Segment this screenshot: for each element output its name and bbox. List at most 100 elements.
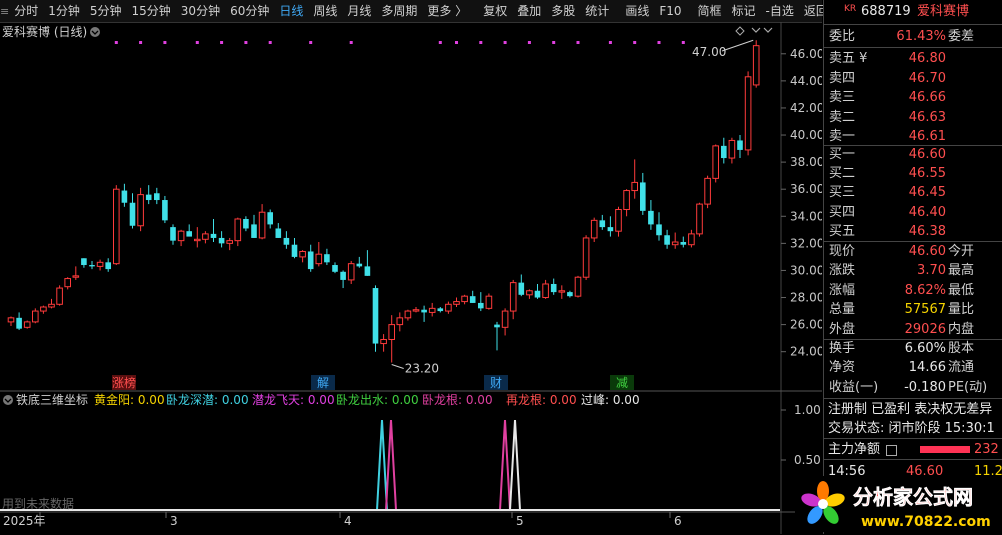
- signal-dot: [576, 41, 580, 44]
- candle-body: [307, 251, 314, 270]
- candle-body: [210, 233, 217, 238]
- main-flow-value: 232: [974, 442, 999, 457]
- toolbar-item-14[interactable]: 统计: [580, 0, 614, 22]
- toolbar-item-13[interactable]: 多股: [546, 0, 580, 22]
- candle-body: [40, 306, 47, 312]
- market-prefix: KR: [844, 4, 857, 14]
- candle-body: [421, 309, 427, 313]
- candle-body: [664, 235, 670, 245]
- signal-dot: [139, 41, 143, 44]
- ind-tick-label: 1.00: [794, 403, 821, 417]
- buy-price: 46.45: [908, 185, 946, 201]
- stat-label: 总量: [829, 302, 856, 318]
- order-diff-label: 委差: [948, 29, 975, 44]
- main-flow-row: 主力净额 232: [824, 440, 1002, 460]
- signal-dot: [552, 41, 556, 44]
- y-tick-label: 44.00: [790, 74, 822, 88]
- candlestick-chart: 24.00 26.00 28.00 30.00 32.00 34.00 36.00 38.00…: [0, 22, 822, 534]
- toolbar-item-3[interactable]: 15分钟: [127, 0, 176, 22]
- signal-dot: [503, 41, 507, 44]
- candle-body: [501, 310, 509, 328]
- candle-body: [428, 307, 436, 313]
- stat-label: 涨跌: [829, 263, 856, 279]
- toolbar-item-8[interactable]: 月线: [342, 0, 376, 22]
- title-dropdown-icon: [90, 27, 100, 37]
- sell-row: 卖四 46.70: [824, 69, 1002, 89]
- candle-body: [494, 324, 500, 328]
- candle-body: [518, 282, 525, 295]
- stat-extra-label: 今开: [948, 244, 975, 259]
- trade-status-row: 交易状态: 闭市阶段 15:30:1: [824, 419, 1002, 439]
- candle-body: [218, 237, 225, 244]
- candle-body: [154, 193, 160, 201]
- menu-icon[interactable]: ≡: [0, 0, 9, 22]
- candle-body: [129, 202, 136, 226]
- stat-row: 涨跌 3.70 最高: [824, 261, 1002, 281]
- candle-body: [56, 287, 63, 305]
- toolbar-item-10[interactable]: 更多 〉: [422, 0, 472, 22]
- sell-row: 卖二 46.63: [824, 108, 1002, 128]
- candle-body: [728, 139, 736, 159]
- buy-row: 买三 46.45: [824, 183, 1002, 203]
- candle-body: [396, 317, 404, 326]
- stat2-value: -0.180: [904, 379, 946, 395]
- candle-body: [550, 283, 557, 293]
- event-marker-label: 解: [317, 376, 329, 390]
- indicator-value: 卧龙深潜: 0.00: [166, 393, 249, 407]
- stat2-row: 收益(一) -0.180 PE(动): [824, 378, 1002, 398]
- candle-body: [688, 233, 695, 246]
- toolbar-item-5[interactable]: 60分钟: [225, 0, 274, 22]
- toolbar-item-11[interactable]: 复权: [478, 0, 512, 22]
- toolbar-item-17[interactable]: 简框: [693, 0, 727, 22]
- toolbar-item-1[interactable]: 1分钟: [43, 0, 85, 22]
- tags-text: 注册制 已盈利 表决权无差异: [828, 402, 993, 417]
- indicator-value: 卧龙根: 0.00: [422, 393, 493, 407]
- candle-body: [258, 211, 266, 239]
- candle-body: [121, 190, 128, 203]
- y-tick-label: 32.00: [790, 236, 822, 250]
- stat-value: 57567: [904, 302, 946, 318]
- y-tick-label: 46.00: [790, 47, 822, 61]
- ind-tick-label: 0.50: [794, 453, 821, 467]
- flow-bar: [920, 446, 970, 453]
- candle-body: [324, 254, 330, 263]
- candle-body: [744, 76, 752, 151]
- stat2-extra-label: 股本: [948, 341, 975, 356]
- indicator-title: 铁底三维坐标: [16, 392, 88, 407]
- candle-body: [177, 230, 185, 242]
- order-ratio-label: 委比: [829, 29, 856, 44]
- toolbar-item-15[interactable]: 画线: [620, 0, 654, 22]
- toolbar-item-12[interactable]: 叠加: [512, 0, 546, 22]
- candle-body: [267, 212, 273, 225]
- candle-body: [275, 228, 282, 238]
- tags-row: 注册制 已盈利 表决权无差异: [824, 400, 1002, 420]
- sell-row: 卖三 46.66: [824, 88, 1002, 108]
- candle-body: [332, 265, 338, 272]
- y-tick-label: 40.00: [790, 128, 822, 142]
- toolbar-item-9[interactable]: 多周期: [376, 0, 422, 22]
- candle-body: [534, 290, 541, 298]
- candle-body: [631, 181, 639, 192]
- candle-body: [291, 244, 298, 257]
- toolbar-item-2[interactable]: 5分钟: [85, 0, 127, 22]
- toolbar-item-19[interactable]: -自选: [761, 0, 799, 22]
- indicator-value: 黄金阳: 0.00: [94, 392, 165, 407]
- sell-label: 卖三: [829, 90, 856, 106]
- toolbar-item-6[interactable]: 日线: [274, 0, 308, 22]
- signal-dot: [657, 41, 661, 44]
- toolbar-item-0[interactable]: 分时: [9, 0, 43, 22]
- toolbar-item-16[interactable]: F10: [654, 0, 686, 22]
- toolbar-item-18[interactable]: 标记: [727, 0, 761, 22]
- toolbar-item-7[interactable]: 周线: [308, 0, 342, 22]
- signal-dot: [349, 41, 353, 44]
- indicator-value: 再龙根: 0.00: [506, 393, 577, 407]
- table-icon[interactable]: [886, 445, 897, 456]
- stat-extra-label: 量比: [948, 302, 975, 318]
- brand-text: 分析家公式网: [853, 485, 973, 509]
- stat2-extra-label: 流通: [948, 360, 975, 376]
- stat2-extra-label: PE(动): [948, 379, 988, 395]
- stat-value: 29026: [904, 321, 946, 337]
- candle-body: [96, 261, 104, 267]
- watermark-logo: 分析家公式网 www.70822.com: [795, 476, 999, 532]
- toolbar-item-4[interactable]: 30分钟: [176, 0, 225, 22]
